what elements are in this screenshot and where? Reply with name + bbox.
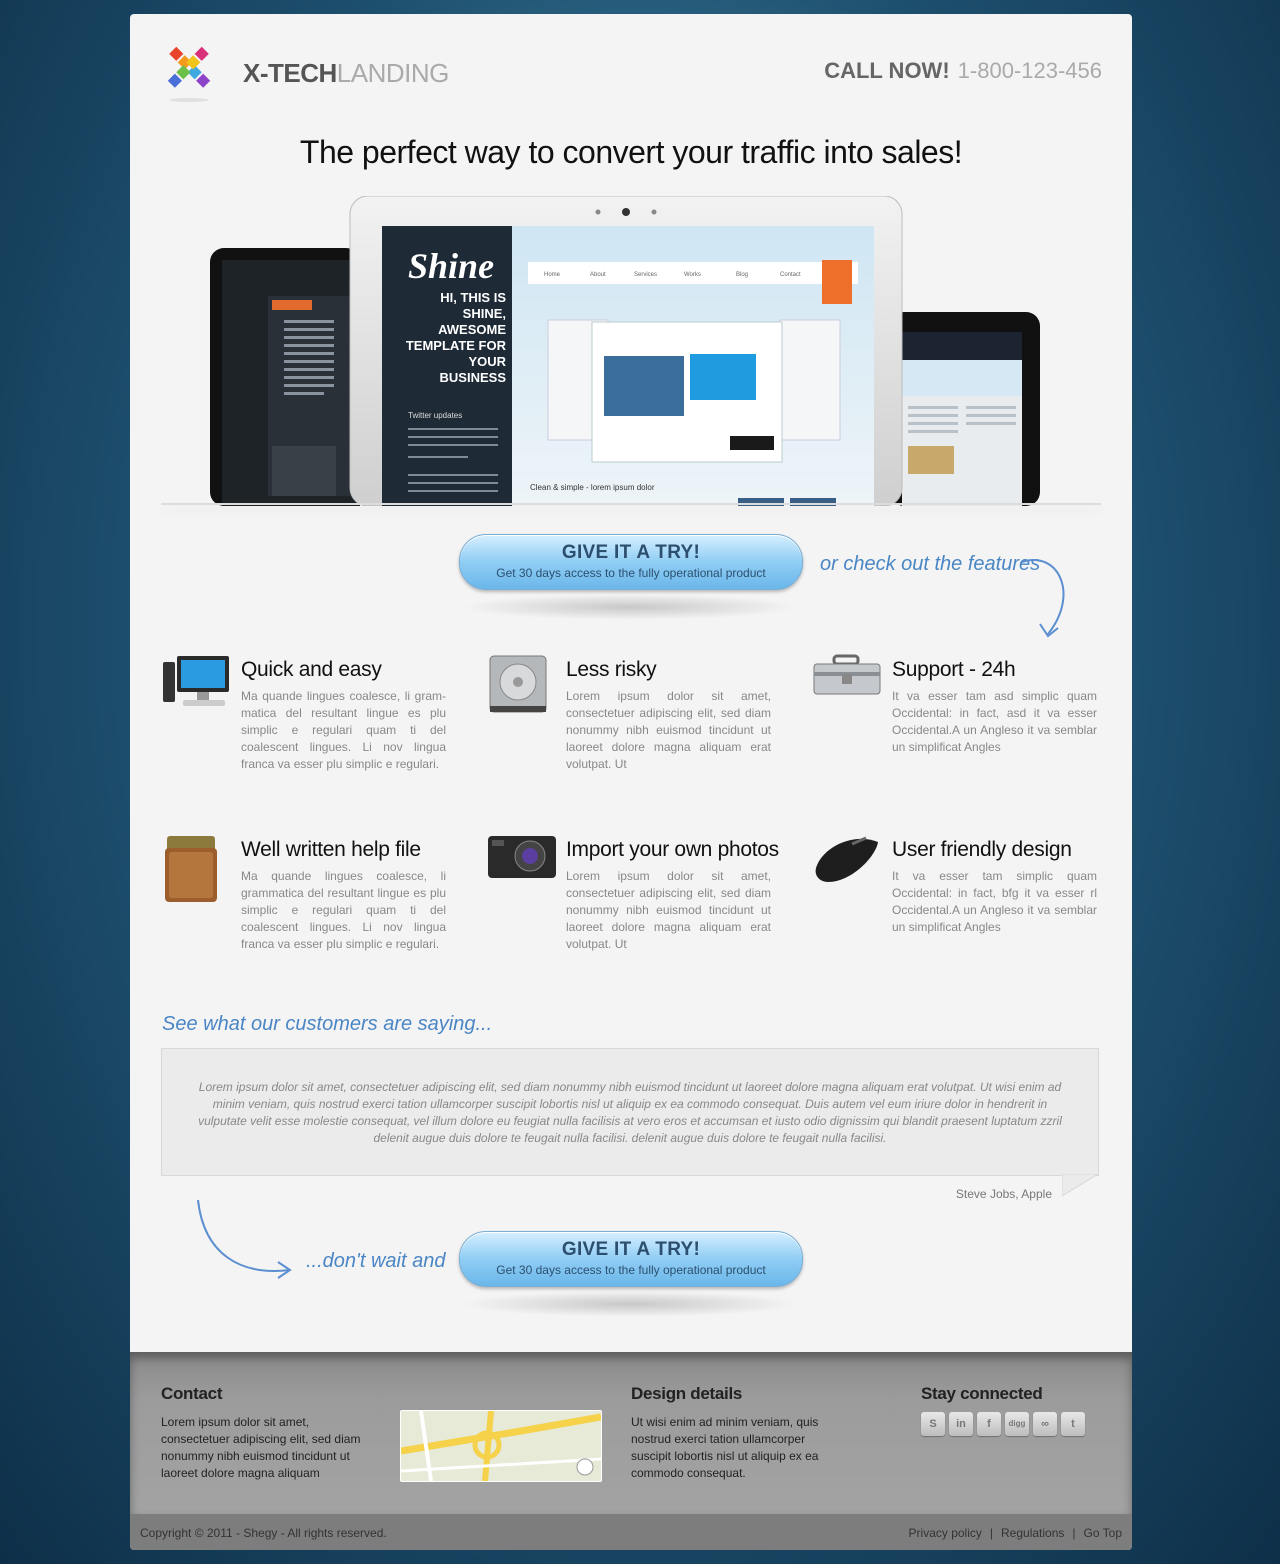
mouse-icon [815,836,878,882]
svg-text:Contact: Contact [780,272,801,278]
page-headline: The perfect way to convert your traffic … [299,134,963,170]
social-links: Sin f digg ∞ t [921,1412,1089,1436]
svg-text:Works: Works [684,272,701,278]
feature-user-friendly: User friendly design It va esser tam sim… [812,834,1132,974]
testimonial-box: Lorem ipsum dolor sit amet, consectetuer… [161,1048,1099,1176]
design-details-title: Design details [631,1384,743,1403]
feature-title: Quick and easy [241,658,382,681]
toolbox-icon [813,654,881,695]
feature-quick-and-easy: Quick and easy Ma quande lingues coalesc… [161,654,481,794]
curved-arrow-right-icon [197,1199,292,1279]
give-it-a-try-button-bottom[interactable]: GIVE IT A TRY! Get 30 days access to the… [459,1231,803,1287]
svg-text:Services: Services [634,272,657,278]
digg-icon[interactable]: digg [1005,1412,1029,1436]
bottom-bar: Copyright © 2011 - Shegy - All rights re… [130,1514,1132,1550]
facebook-icon[interactable]: f [977,1412,1001,1436]
svg-text:HI, THIS IS: HI, THIS IS [440,290,506,305]
design-details-text: Ut wisi enim ad minim veniam, quis nostr… [631,1415,819,1480]
svg-text:YOUR: YOUR [468,354,506,369]
copyright-text: Copyright © 2011 - Shegy - All rights re… [140,1526,387,1540]
contact-title: Contact [161,1384,223,1403]
feature-text: Ma quande lingues coalesce, li gram- mat… [241,689,446,771]
svg-text:BUSINESS: BUSINESS [440,370,507,385]
svg-text:TEMPLATE FOR: TEMPLATE FOR [406,338,507,353]
books-icon [165,836,217,902]
feature-text: Lorem ipsum dolor sit amet, consectetuer… [566,869,771,951]
call-now: CALL NOW! 1-800-123-456 [824,58,1102,84]
feature-text: Lorem ipsum dolor sit amet, consectetuer… [566,689,771,771]
hard-drive-icon [489,655,547,713]
hero-devices-image: Shine HI, THIS ISSHINE,AWESOMETEMPLATE F… [210,196,1040,506]
privacy-policy-link[interactable]: Privacy policy [909,1526,982,1540]
testimonials-heading: See what our customers are saying... [162,1013,493,1035]
svg-text:Twitter updates: Twitter updates [408,411,462,420]
cta-title: GIVE IT A TRY! [561,1239,701,1260]
hero-screen-logo: Shine [408,246,494,286]
logo-icon [167,46,211,102]
feature-help-file: Well written help file Ma quande lingues… [161,834,481,974]
feature-import-photos: Import your own photos Lorem ipsum dolor… [486,834,806,974]
svg-text:AWESOME: AWESOME [438,322,506,337]
call-label: CALL NOW! [824,58,950,83]
dont-wait-text: ...don't wait and [306,1250,446,1272]
landing-page: X-TECHLANDING CALL NOW! 1-800-123-456 The… [130,14,1132,1550]
feature-text: It va esser tam simplic quam Occidental:… [892,869,1097,934]
link-separator: | [989,1526,994,1540]
delicious-icon[interactable]: ∞ [1033,1412,1057,1436]
svg-text:Blog: Blog [736,272,748,278]
feature-text: Ma quande lingues coalesce, li grammatic… [241,869,446,951]
cta-subtitle: Get 30 days access to the fully operatio… [496,566,766,580]
go-top-link[interactable]: Go Top [1084,1526,1122,1540]
cta-subtitle: Get 30 days access to the fully operatio… [496,1263,766,1277]
feature-title: Well written help file [241,838,421,861]
brand-name[interactable]: X-TECHLANDING [243,58,449,89]
hero-shelf [161,503,1101,505]
feature-title: Less risky [566,658,657,681]
footer: Contact Lorem ipsum dolor sit amet, cons… [130,1352,1132,1514]
svg-text:About: About [590,272,606,278]
footer-links: Privacy policy | Regulations | Go Top [909,1526,1122,1540]
feature-title: Import your own photos [566,838,779,861]
location-map[interactable] [400,1410,602,1482]
feature-support-24h: Support - 24h It va esser tam asd simpli… [812,654,1132,794]
contact-text: Lorem ipsum dolor sit amet, consectetuer… [161,1415,361,1480]
regulations-link[interactable]: Regulations [1001,1526,1064,1540]
cta-shadow [460,594,800,620]
linkedin-icon[interactable]: in [949,1412,973,1436]
cta-shadow [460,1291,800,1317]
phone-number[interactable]: 1-800-123-456 [958,58,1102,83]
link-separator: | [1072,1526,1076,1540]
feature-less-risky: Less risky Lorem ipsum dolor sit amet, c… [486,654,806,794]
check-features-link[interactable]: or check out the features [820,553,1040,576]
feature-title: User friendly design [892,838,1072,861]
speech-tail [1062,1174,1098,1196]
desktop-computer-icon [163,656,229,706]
camera-icon [488,836,556,878]
twitter-icon[interactable]: t [1061,1412,1085,1436]
testimonial-author: Steve Jobs, Apple [955,1187,1052,1201]
cta-title: GIVE IT A TRY! [561,542,701,563]
svg-text:SHINE,: SHINE, [463,306,506,321]
stay-connected-title: Stay connected [921,1384,1043,1403]
svg-text:Home: Home [544,272,561,278]
feature-title: Support - 24h [892,658,1016,681]
curved-arrow-down-icon [1021,559,1065,638]
header: X-TECHLANDING CALL NOW! 1-800-123-456 [130,14,1132,134]
testimonial-quote: Lorem ipsum dolor sit amet, consectetuer… [198,1080,1062,1145]
feature-text: It va esser tam asd simplic quam Occiden… [892,689,1097,754]
give-it-a-try-button-top[interactable]: GIVE IT A TRY! Get 30 days access to the… [459,534,803,590]
svg-text:Clean & simple - lorem ipsum d: Clean & simple - lorem ipsum dolor [530,483,655,492]
skype-icon[interactable]: S [921,1412,945,1436]
